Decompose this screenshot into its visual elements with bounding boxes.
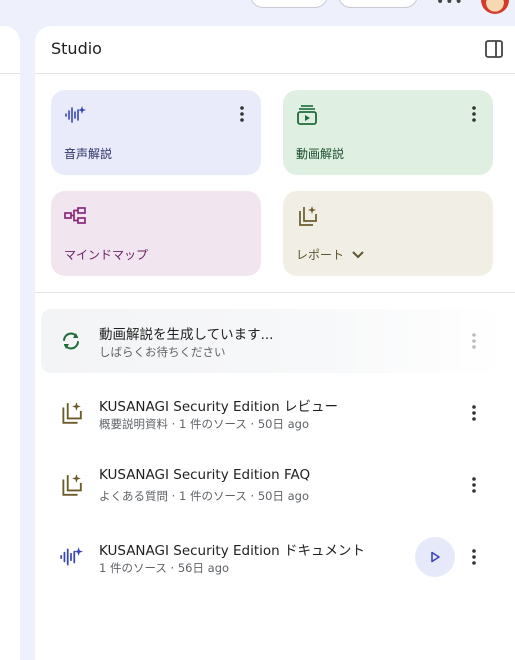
audio-overview-label: 音声解説 [64,147,113,161]
list-item[interactable]: KUSANAGI Security Edition ドキュメント 1 件のソース… [35,525,515,589]
waveform-icon [65,106,86,123]
studio-title: Studio [51,39,102,58]
top-bar: ••• [0,0,515,26]
video-overview-label: 動画解説 [296,147,345,161]
more-vert-icon[interactable] [471,548,477,566]
item-subtitle: 1 件のソース · 56日 ago [99,561,230,575]
report-sparkle-icon [299,206,317,226]
more-vert-icon[interactable] [471,332,477,350]
play-button[interactable] [415,537,455,577]
collapse-panel-icon[interactable] [485,40,503,58]
left-panel-divider [0,73,20,74]
mindmap-icon [64,207,86,224]
audio-card-more-icon[interactable] [239,105,245,123]
report-sparkle-icon [62,474,82,496]
studio-panel: Studio 音声解説 動画解説 マインドマップ レポート 動画解説を生成してい… [35,26,515,660]
report-card[interactable]: レポート [283,191,493,276]
list-item[interactable]: KUSANAGI Security Edition レビュー 概要説明資料 · … [35,381,515,445]
audio-overview-card[interactable]: 音声解説 [51,90,261,175]
apps-menu-icon[interactable]: ••• [436,0,464,10]
report-label-row: レポート [296,246,364,263]
play-icon [431,551,440,563]
item-title: 動画解説を生成しています... [99,327,274,343]
top-pill-button-2[interactable] [338,0,418,8]
refresh-sync-icon [63,332,79,350]
video-overview-card[interactable]: 動画解説 [283,90,493,175]
item-title: KUSANAGI Security Edition FAQ [99,467,311,483]
studio-header: Studio [35,26,515,74]
more-vert-icon[interactable] [471,404,477,422]
report-label: レポート [296,248,345,262]
top-pill-button-1[interactable] [250,0,328,8]
waveform-icon [60,547,83,566]
video-play-icon [297,105,317,125]
report-sparkle-icon [62,402,82,424]
avatar[interactable] [481,0,509,14]
item-title: KUSANAGI Security Edition レビュー [99,399,338,415]
chevron-down-icon[interactable] [352,250,364,259]
left-panel [0,26,20,660]
list-item-generating[interactable]: 動画解説を生成しています... しばらくお待ちください [41,309,503,373]
list-item[interactable]: KUSANAGI Security Edition FAQ よくある質問 · 1… [35,453,515,517]
item-subtitle: しばらくお待ちください [99,345,226,359]
mindmap-card[interactable]: マインドマップ [51,191,261,276]
mindmap-label: マインドマップ [64,248,149,262]
video-card-more-icon[interactable] [471,105,477,123]
item-subtitle: 概要説明資料 · 1 件のソース · 50日 ago [99,417,310,431]
item-subtitle: よくある質問 · 1 件のソース · 50日 ago [99,489,310,503]
item-title: KUSANAGI Security Edition ドキュメント [99,543,365,559]
more-vert-icon[interactable] [471,476,477,494]
studio-divider [35,292,515,293]
